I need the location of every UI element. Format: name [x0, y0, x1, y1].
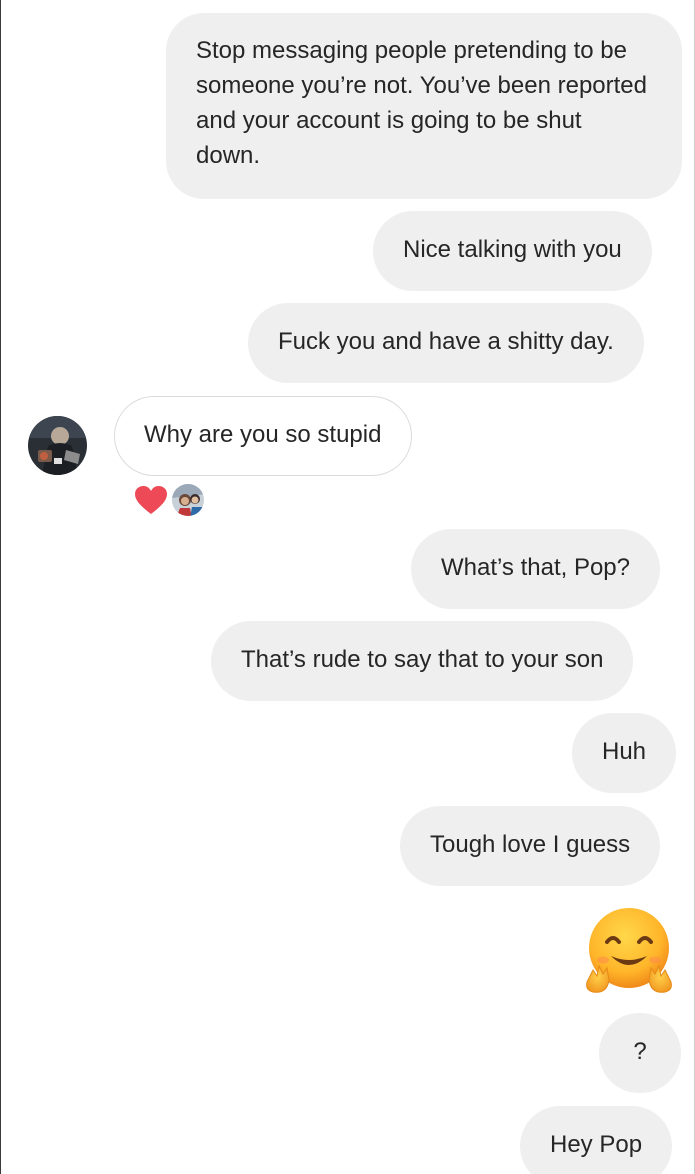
message-bubble-incoming[interactable]: Why are you so stupid — [114, 396, 413, 476]
message-text: Huh — [602, 738, 647, 765]
message-bubble-outgoing[interactable]: Nice talking with you — [373, 211, 652, 291]
message-text: Hey Pop — [550, 1131, 643, 1158]
message-bubble-outgoing[interactable]: Tough love I guess — [400, 806, 661, 886]
message-text: Why are you so stupid — [144, 421, 382, 448]
message-thread: Stop messaging people pretending to be s… — [0, 0, 695, 1174]
sender-avatar[interactable] — [28, 416, 87, 475]
message-bubble-outgoing[interactable]: ? — [599, 1013, 681, 1093]
message-bubble-outgoing[interactable]: Stop messaging people pretending to be s… — [166, 13, 682, 199]
message-text: Stop messaging people pretending to be s… — [196, 37, 647, 169]
reactor-avatar — [171, 483, 205, 517]
message-text: Tough love I guess — [430, 831, 631, 858]
message-text: What’s that, Pop? — [441, 554, 630, 581]
hugging-face-emoji[interactable] — [581, 906, 677, 1002]
message-bubble-outgoing[interactable]: Huh — [572, 713, 677, 793]
message-bubble-outgoing[interactable]: What’s that, Pop? — [411, 529, 660, 609]
message-text: Fuck you and have a shitty day. — [278, 328, 614, 355]
message-bubble-outgoing[interactable]: That’s rude to say that to your son — [211, 621, 634, 701]
message-text: That’s rude to say that to your son — [241, 646, 604, 673]
heart-icon — [135, 486, 167, 514]
message-bubble-outgoing[interactable]: Hey Pop — [520, 1106, 673, 1174]
message-bubble-outgoing[interactable]: Fuck you and have a shitty day. — [248, 303, 644, 383]
message-text: ? — [633, 1038, 647, 1065]
message-text: Nice talking with you — [403, 236, 622, 263]
